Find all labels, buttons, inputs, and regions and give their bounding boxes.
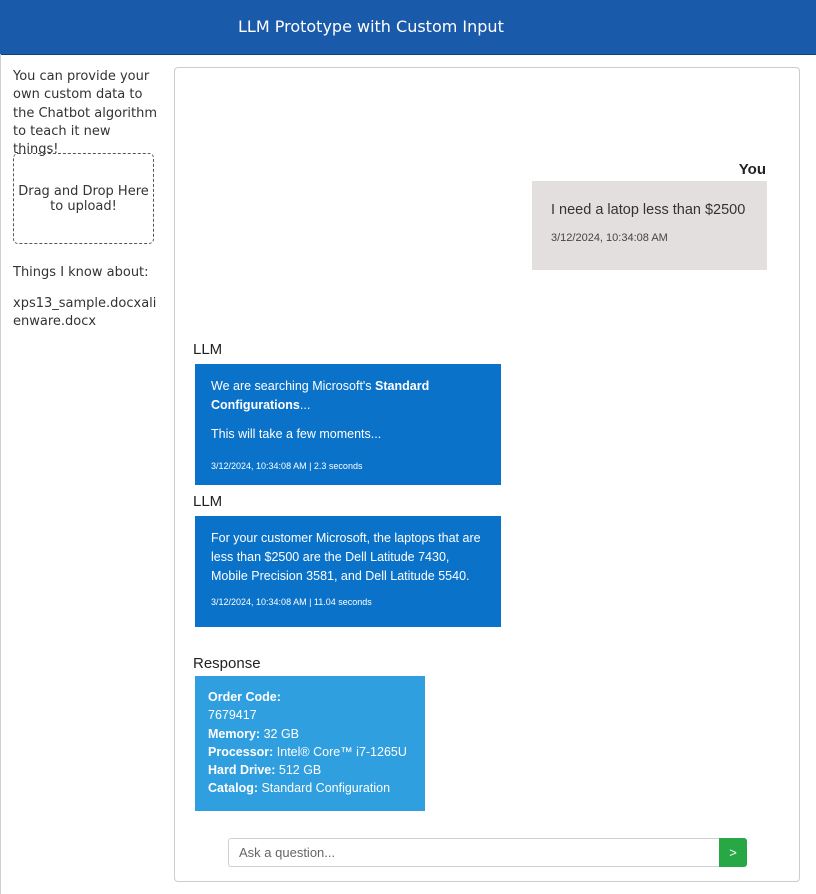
llm-message-bubble: For your customer Microsoft, the laptops… (195, 516, 501, 627)
sidebar: You can provide your own custom data to … (13, 68, 159, 329)
sender-label-llm: LLM (193, 341, 223, 358)
llm-message-text-2: This will take a few moments... (211, 427, 382, 441)
llm-message-text: We are searching Microsoft's Standard Co… (211, 377, 487, 415)
processor-label: Processor: (208, 744, 274, 759)
upload-dropzone[interactable]: Drag and Drop Here to upload! (13, 153, 154, 244)
question-input[interactable] (228, 838, 719, 867)
llm-text-part: We are searching Microsoft's (211, 379, 376, 393)
response-bubble: Order Code: 7679417 Memory: 32 GB Proces… (195, 676, 425, 811)
llm-message-bubble: We are searching Microsoft's Standard Co… (195, 364, 501, 485)
hard-drive-value: 512 GB (275, 763, 322, 778)
user-message-timestamp: 3/12/2024, 10:34:08 AM (551, 232, 668, 244)
llm-message-text: For your customer Microsoft, the laptops… (211, 531, 481, 583)
sidebar-intro: You can provide your own custom data to … (13, 69, 158, 158)
memory-value: 32 GB (260, 726, 300, 741)
processor-value: Intel® Core™ i7-1265U (273, 744, 407, 759)
app-title: LLM Prototype with Custom Input (238, 17, 504, 36)
sender-label-you: You (738, 161, 766, 178)
sender-label-llm: LLM (193, 493, 223, 510)
user-message-bubble: I need a latop less than $2500 3/12/2024… (532, 181, 767, 270)
send-button[interactable]: > (719, 838, 747, 867)
chat-panel: You I need a latop less than $2500 3/12/… (174, 67, 800, 882)
llm-message-timestamp: 3/12/2024, 10:34:08 AM | 11.04 seconds (211, 597, 372, 607)
llm-text-part: ... (299, 398, 311, 412)
llm-message-timestamp: 3/12/2024, 10:34:08 AM | 2.3 seconds (211, 461, 363, 471)
question-input-row: > (228, 838, 747, 867)
known-heading: Things I know about: (13, 265, 149, 280)
memory-label: Memory: (208, 726, 261, 741)
dropzone-label: Drag and Drop Here to upload! (18, 183, 149, 214)
order-code-label: Order Code: (208, 690, 281, 704)
order-code-value: 7679417 (208, 708, 257, 723)
app-header: LLM Prototype with Custom Input (0, 0, 816, 55)
known-files-list: xps13_sample.docxalienware.docx (13, 296, 157, 329)
catalog-label: Catalog: (208, 781, 258, 796)
page-left-border (0, 54, 1, 894)
hard-drive-label: Hard Drive: (208, 763, 276, 778)
user-message-text: I need a latop less than $2500 (551, 202, 746, 218)
sender-label-response: Response (193, 655, 261, 672)
catalog-value: Standard Configuration (258, 781, 391, 796)
